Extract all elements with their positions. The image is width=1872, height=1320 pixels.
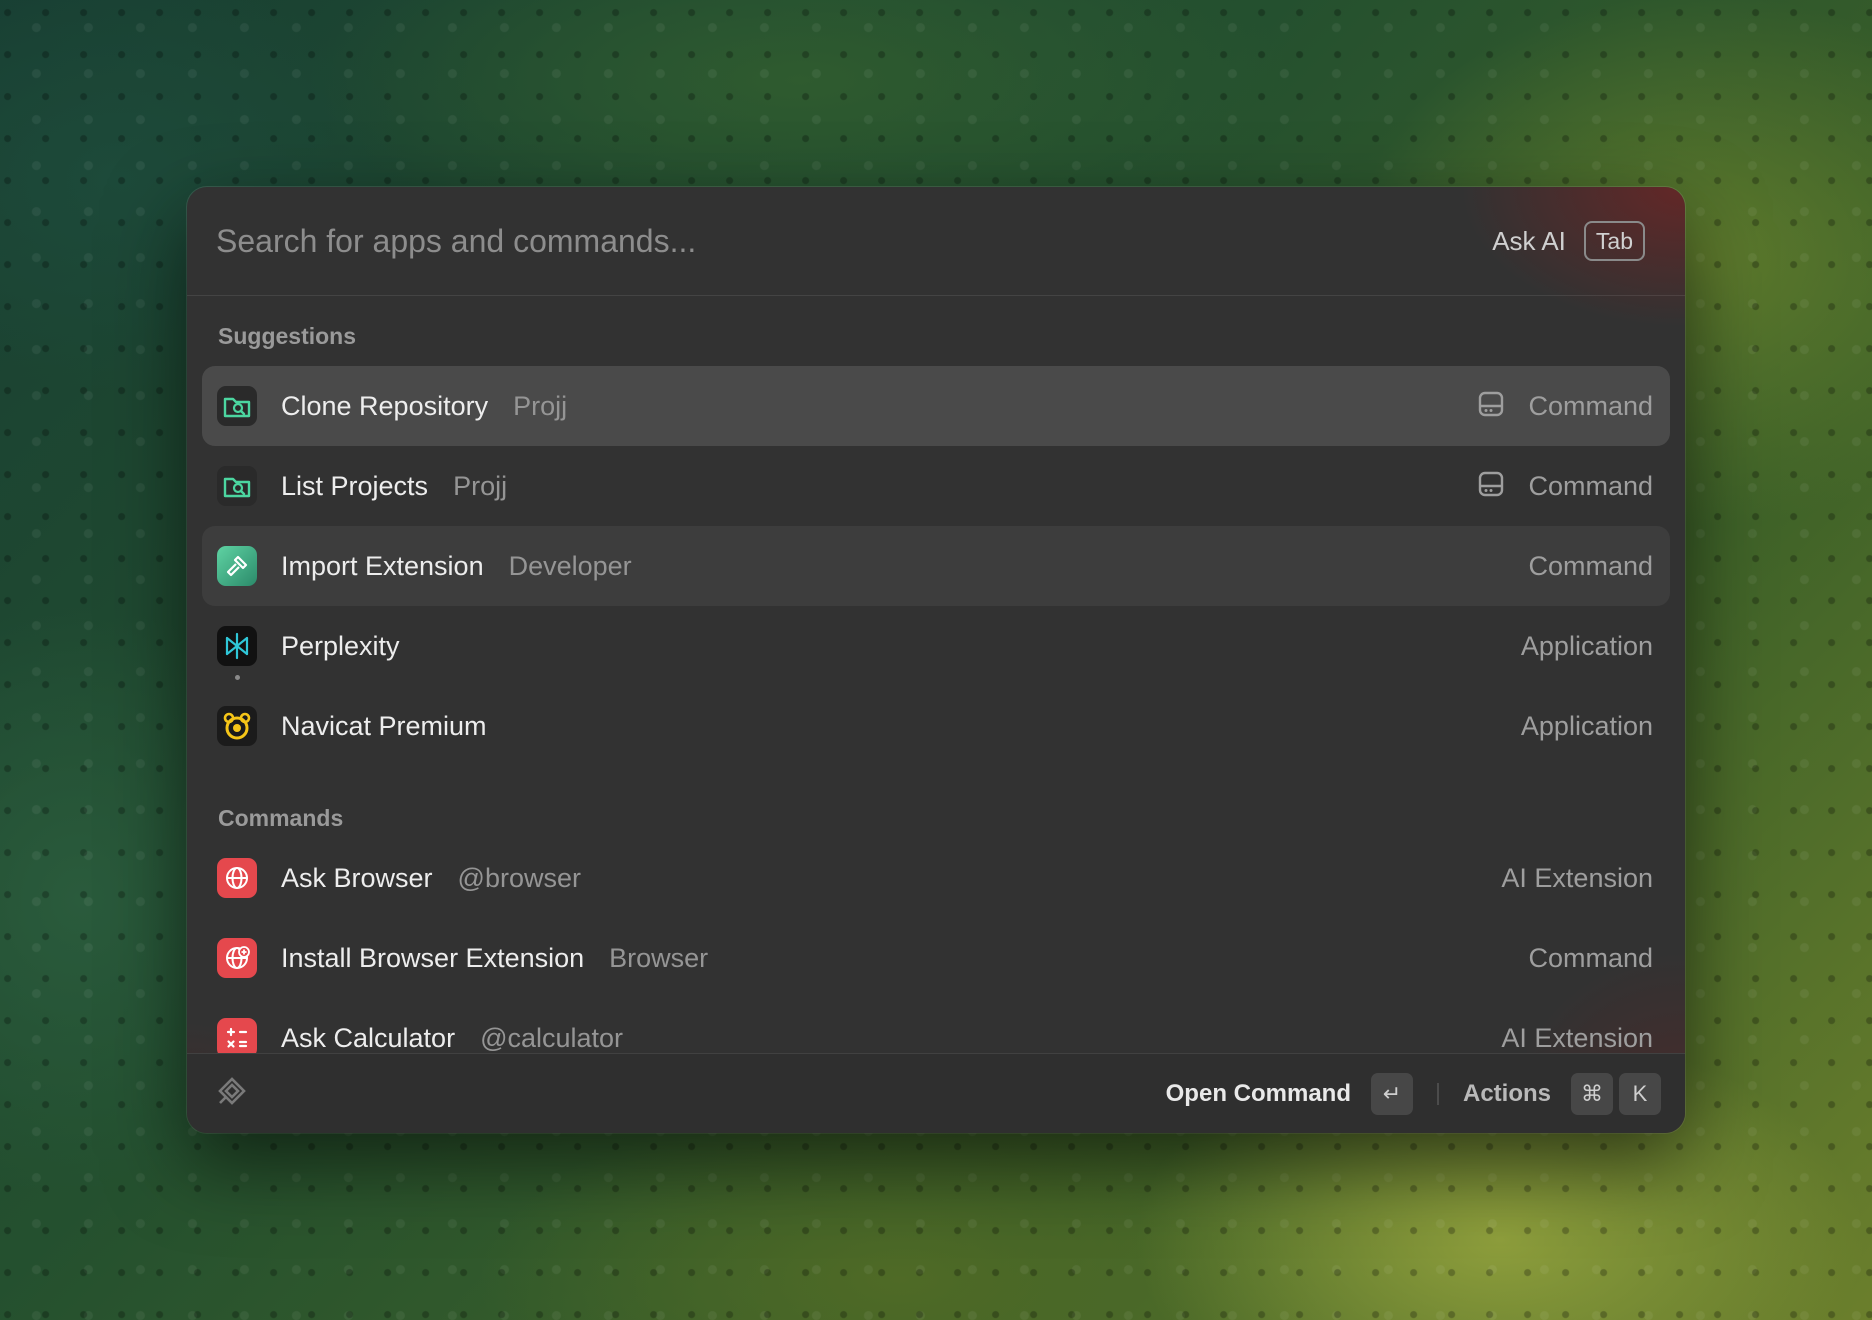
ask-ai-button[interactable]: Ask AI Tab: [1492, 221, 1645, 261]
tab-shortcut-key: Tab: [1583, 221, 1645, 261]
perplexity-icon: [217, 626, 257, 680]
item-subtitle: @calculator: [480, 1022, 624, 1053]
drive-icon: [1476, 469, 1506, 504]
item-subtitle: Projj: [513, 390, 568, 421]
enter-key: ↵: [1370, 1072, 1413, 1115]
item-subtitle: Browser: [609, 942, 709, 973]
item-type: Command: [1528, 470, 1653, 501]
list-item-clone-repository[interactable]: Clone Repository Projj Command: [202, 366, 1670, 446]
globe-icon: [217, 858, 257, 898]
item-type: Application: [1520, 630, 1653, 661]
ask-ai-label: Ask AI: [1492, 225, 1566, 256]
folder-sync-icon: [217, 386, 257, 426]
item-title: Navicat Premium: [281, 710, 487, 741]
item-title: Clone Repository: [281, 390, 489, 421]
item-type: AI Extension: [1501, 1022, 1653, 1053]
results-list[interactable]: Suggestions Clone Repository Projj Comma…: [187, 296, 1685, 1053]
item-title: Install Browser Extension: [281, 942, 585, 973]
list-item-import-extension[interactable]: Import Extension Developer Command: [202, 526, 1670, 606]
item-title: Perplexity: [281, 630, 400, 661]
raycast-logo-icon[interactable]: [212, 1071, 252, 1116]
k-key: K: [1619, 1072, 1661, 1115]
actions-button[interactable]: Actions: [1463, 1080, 1551, 1108]
item-title: Ask Calculator: [281, 1022, 456, 1053]
hammer-icon: [217, 546, 257, 586]
list-item-navicat-premium[interactable]: Navicat Premium Application: [202, 686, 1670, 766]
list-item-perplexity[interactable]: Perplexity Application: [202, 606, 1670, 686]
launcher-window: Ask AI Tab Suggestions Clone Repository …: [187, 187, 1685, 1133]
list-item-ask-calculator[interactable]: Ask Calculator @calculator AI Extension: [202, 998, 1670, 1053]
drive-icon: [1476, 389, 1506, 424]
running-indicator: [235, 675, 240, 680]
folder-sync-icon: [217, 466, 257, 506]
list-item-ask-browser[interactable]: Ask Browser @browser AI Extension: [202, 838, 1670, 918]
item-title: Ask Browser: [281, 862, 433, 893]
section-header-suggestions: Suggestions: [218, 323, 357, 349]
item-subtitle: Projj: [453, 470, 508, 501]
navicat-icon: [217, 706, 257, 746]
item-type: Command: [1528, 550, 1653, 581]
item-title: List Projects: [281, 470, 429, 501]
item-subtitle: Developer: [508, 550, 632, 581]
section-header-commands: Commands: [218, 805, 344, 831]
open-command-button[interactable]: Open Command: [1166, 1080, 1351, 1108]
footer-divider: [1436, 1082, 1439, 1105]
item-type: Application: [1520, 710, 1653, 741]
calculator-icon: [217, 1018, 257, 1053]
list-item-list-projects[interactable]: List Projects Projj Command: [202, 446, 1670, 526]
action-bar: Open Command ↵ Actions ⌘ K: [187, 1053, 1685, 1133]
item-title: Import Extension: [281, 550, 484, 581]
search-input[interactable]: [216, 222, 1493, 260]
globe-plus-icon: [217, 938, 257, 978]
item-type: AI Extension: [1501, 862, 1653, 893]
list-item-install-browser-extension[interactable]: Install Browser Extension Browser Comman…: [202, 918, 1670, 998]
command-key: ⌘: [1571, 1072, 1613, 1115]
search-bar: Ask AI Tab: [187, 187, 1685, 296]
item-type: Command: [1528, 942, 1653, 973]
item-type: Command: [1528, 390, 1653, 421]
item-subtitle: @browser: [457, 862, 581, 893]
